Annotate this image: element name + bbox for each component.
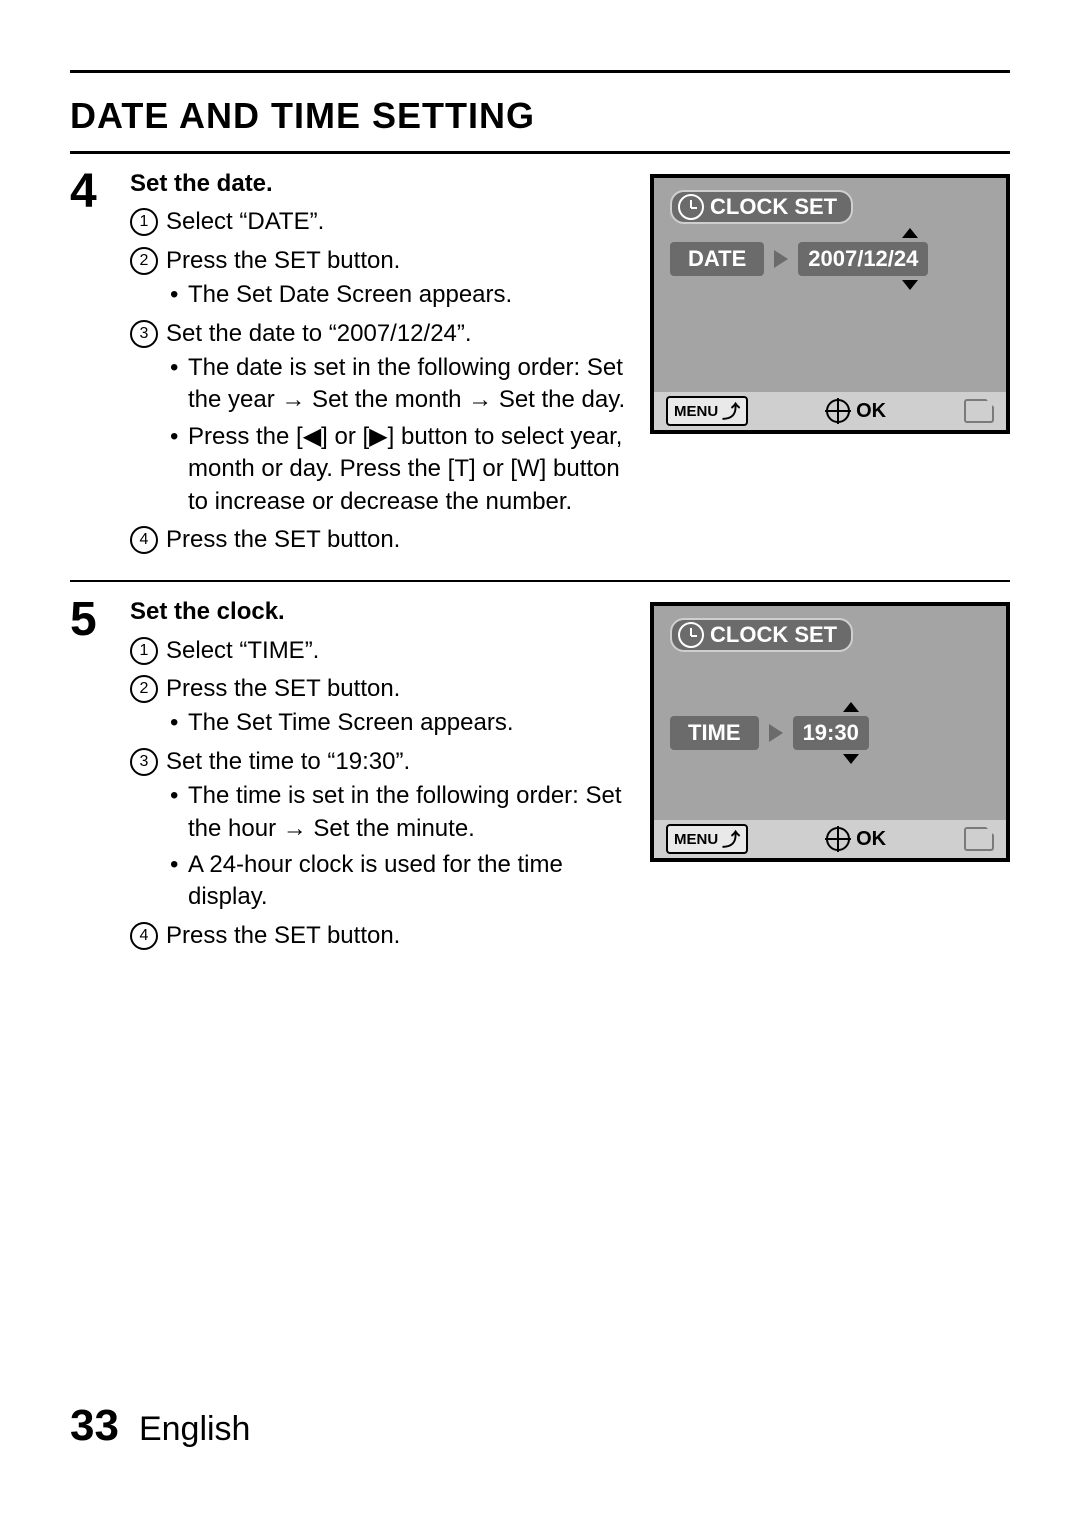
step-item-text: Select “DATE”. [166, 208, 324, 235]
step-sublist: The time is set in the following order: … [166, 780, 644, 914]
menu-button: MENU⤴ [666, 396, 748, 426]
lcd-field-row: DATE 2007/12/24 [670, 242, 928, 276]
step-number: 5 [70, 596, 130, 644]
circled-number: 1 [130, 637, 158, 665]
joystick-icon [826, 399, 850, 423]
page-footer: 33 English [70, 1401, 250, 1451]
step-sublist: The Set Date Screen appears. [166, 279, 644, 311]
circled-number: 3 [130, 320, 158, 348]
down-arrow-icon [902, 280, 918, 290]
step-heading: Set the clock. [130, 598, 285, 625]
down-arrow-icon [843, 754, 859, 764]
step-item-text: Set the date to “2007/12/24”. [166, 320, 472, 347]
step-subitem: A 24-hour clock is used for the time dis… [166, 849, 644, 914]
up-arrow-icon [843, 702, 859, 712]
step-item: 3 Set the date to “2007/12/24”. The date i… [130, 318, 644, 518]
step-5: 5Set the clock. 1 Select “TIME”. 2 Press the… [70, 596, 1010, 958]
card-icon [964, 827, 994, 851]
clock-icon [678, 622, 704, 648]
step-item: 2 Press the SET button. The Set Time Scree… [130, 673, 644, 740]
step-divider [70, 580, 1010, 582]
ok-group: OK [826, 399, 886, 423]
step-item: 4 Press the SET button. [130, 524, 644, 556]
title-underline [70, 151, 1010, 154]
step-item-text: Select “TIME”. [166, 637, 319, 664]
lcd-title-text: CLOCK SET [710, 194, 837, 220]
step-item: 1 Select “TIME”. [130, 635, 644, 667]
circled-number: 2 [130, 675, 158, 703]
step-item: 1 Select “DATE”. [130, 206, 644, 238]
lcd-field-value: 2007/12/24 [798, 242, 928, 276]
lcd-footer: MENU⤴ OK [654, 820, 1006, 858]
step-item-text: Press the SET button. [166, 526, 400, 553]
step-subitem: The Set Date Screen appears. [166, 279, 644, 311]
back-icon: ⤴ [722, 398, 740, 424]
circled-number: 4 [130, 922, 158, 950]
page-title: DATE AND TIME SETTING [70, 95, 1010, 137]
ok-label: OK [856, 828, 886, 851]
page-number: 33 [70, 1401, 119, 1451]
lcd-footer: MENU⤴ OK [654, 392, 1006, 430]
menu-button: MENU⤴ [666, 824, 748, 854]
step-subitem: The date is set in the following order: … [166, 352, 644, 417]
circled-number: 2 [130, 247, 158, 275]
step-sublist: The Set Time Screen appears. [166, 707, 644, 739]
step-body: Set the clock. 1 Select “TIME”. 2 Press the … [130, 596, 644, 958]
step-number: 4 [70, 168, 130, 216]
play-icon [774, 250, 788, 268]
step-item: 2 Press the SET button. The Set Date Scree… [130, 245, 644, 312]
step-sublist: The date is set in the following order: … [166, 352, 644, 518]
circled-number: 4 [130, 526, 158, 554]
up-arrow-icon [902, 228, 918, 238]
back-icon: ⤴ [722, 826, 740, 852]
step-item: 4 Press the SET button. [130, 920, 644, 952]
play-icon [769, 724, 783, 742]
lcd-field-value: 19:30 [793, 716, 869, 750]
step-subitem: The time is set in the following order: … [166, 780, 644, 845]
top-rule [70, 70, 1010, 73]
lcd-screen: CLOCK SET TIME 19:30 MENU⤴ OK [650, 602, 1010, 862]
screen-illustration: CLOCK SET DATE 2007/12/24 MENU⤴ OK [650, 168, 1010, 434]
lcd-field-row: TIME 19:30 [670, 716, 869, 750]
step-list: 1 Select “DATE”. 2 Press the SET button. The… [130, 206, 644, 556]
circled-number: 1 [130, 208, 158, 236]
step-item-text: Press the SET button. [166, 922, 400, 949]
lcd-title-text: CLOCK SET [710, 622, 837, 648]
step-item-text: Press the SET button. [166, 675, 400, 702]
page-language: English [139, 1410, 251, 1449]
card-icon [964, 399, 994, 423]
clock-icon [678, 194, 704, 220]
lcd-title: CLOCK SET [670, 618, 853, 652]
lcd-field-label: DATE [670, 242, 764, 276]
screen-illustration: CLOCK SET TIME 19:30 MENU⤴ OK [650, 596, 1010, 862]
step-item: 3 Set the time to “19:30”. The time is set… [130, 746, 644, 914]
step-subitem: Press the [◀] or [▶] button to select ye… [166, 421, 644, 518]
circled-number: 3 [130, 748, 158, 776]
step-4: 4Set the date.1Select “DATE”.2Press the … [70, 168, 1010, 562]
step-heading: Set the date. [130, 170, 273, 197]
joystick-icon [826, 827, 850, 851]
step-body: Set the date. 1 Select “DATE”. 2 Press the S… [130, 168, 644, 562]
step-subitem: The Set Time Screen appears. [166, 707, 644, 739]
step-item-text: Press the SET button. [166, 247, 400, 274]
lcd-screen: CLOCK SET DATE 2007/12/24 MENU⤴ OK [650, 174, 1010, 434]
step-item-text: Set the time to “19:30”. [166, 748, 410, 775]
lcd-field-label: TIME [670, 716, 759, 750]
lcd-title: CLOCK SET [670, 190, 853, 224]
step-list: 1 Select “TIME”. 2 Press the SET button. The… [130, 635, 644, 953]
ok-group: OK [826, 827, 886, 851]
ok-label: OK [856, 400, 886, 423]
